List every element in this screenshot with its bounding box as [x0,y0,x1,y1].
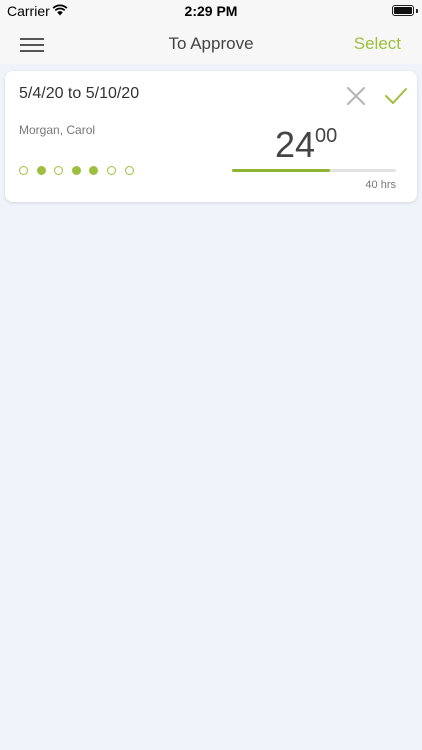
day-dot [36,166,46,175]
timesheet-card[interactable]: 5/4/20 to 5/10/20 Morgan, Carol 2400 40 … [5,71,417,202]
select-button[interactable]: Select [354,34,401,54]
hours-whole: 24 [275,124,316,165]
day-dot [19,166,28,175]
timesheet-date-range: 5/4/20 to 5/10/20 [19,85,140,102]
reject-icon[interactable] [345,85,367,107]
employee-name: Morgan, Carol [19,123,96,137]
hours-target: 40 hrs [365,179,396,191]
day-dot [89,166,99,175]
hours-progress-bar [232,169,396,172]
day-dot [54,166,64,175]
status-time: 2:29 PM [184,3,238,19]
day-dot [71,166,81,175]
battery-icon [392,5,414,16]
hours-fraction: 00 [315,125,338,147]
day-dot [124,166,134,175]
hours-total: 2400 [275,124,338,165]
navigation-bar: To Approve Select [0,22,422,64]
hours-progress-fill [232,169,331,172]
battery-tip [416,9,418,13]
day-dot [107,166,116,175]
status-bar: Carrier 2:29 PM [0,0,422,22]
approve-icon[interactable] [384,85,408,107]
